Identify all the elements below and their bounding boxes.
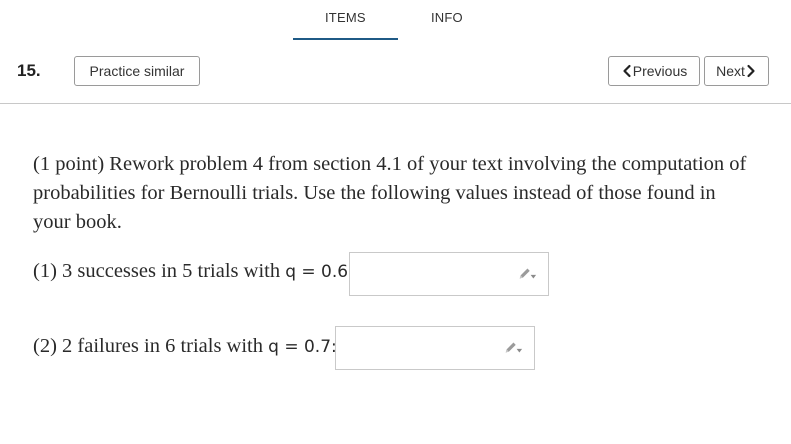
part-1-text: (1) 3 successes in 5 trials with (33, 260, 286, 282)
pencil-dropdown-icon[interactable] (503, 340, 523, 356)
previous-label: Previous (632, 63, 688, 79)
pencil-dropdown-icon[interactable] (517, 266, 537, 282)
next-button[interactable]: Next (704, 56, 769, 86)
chevron-right-icon (745, 64, 757, 78)
tab-info[interactable]: INFO (431, 10, 463, 25)
chevron-left-icon (621, 64, 633, 78)
part-1-prompt: (1) 3 successes in 5 trials with q = 0.6… (33, 260, 354, 283)
tab-bar: ITEMS INFO (0, 0, 791, 42)
part-2-prompt: (2) 2 failures in 6 trials with q = 0.7: (33, 335, 337, 358)
next-label: Next (716, 63, 745, 79)
previous-button[interactable]: Previous (608, 56, 700, 86)
question-number: 15. (17, 61, 41, 80)
header-divider (0, 103, 791, 104)
part-2-equation: q = 0.7: (268, 337, 337, 357)
practice-similar-label: Practice similar (89, 63, 185, 79)
part-2-text: (2) 2 failures in 6 trials with (33, 335, 269, 357)
part-1-equation: q = 0.6: (285, 262, 354, 282)
active-tab-indicator (293, 38, 398, 40)
practice-similar-button[interactable]: Practice similar (74, 56, 200, 86)
problem-statement: (1 point) Rework problem 4 from section … (33, 153, 747, 233)
tab-items[interactable]: ITEMS (325, 10, 366, 25)
